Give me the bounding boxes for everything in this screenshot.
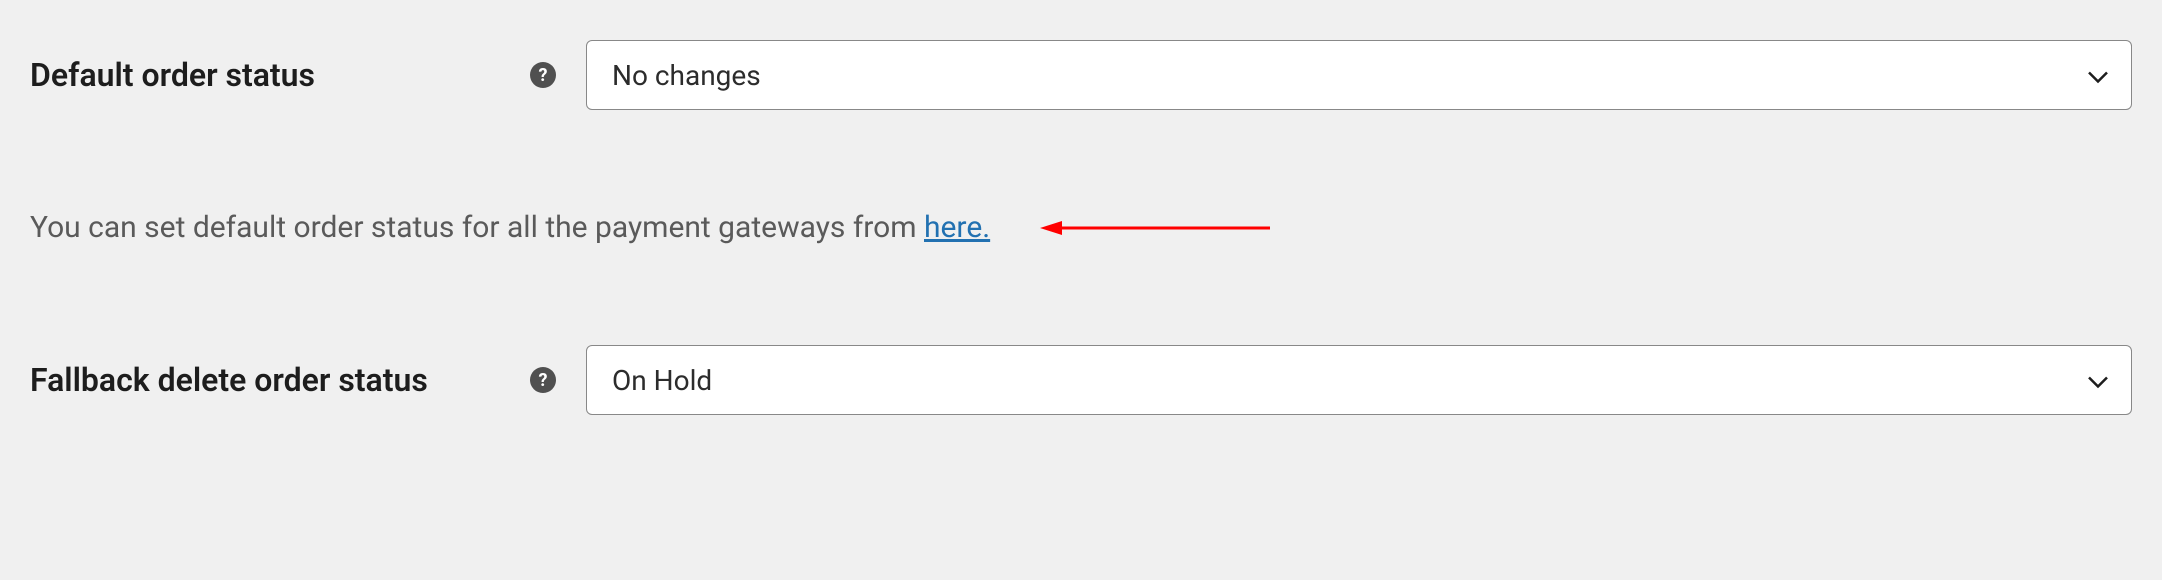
default-order-status-label: Default order status	[30, 56, 530, 94]
fallback-delete-order-status-value: On Hold	[612, 364, 712, 397]
chevron-down-icon	[2087, 59, 2109, 92]
info-text: You can set default order status for all…	[30, 210, 990, 245]
fallback-delete-order-status-row: Fallback delete order status ? On Hold	[30, 345, 2132, 415]
fallback-delete-order-status-label: Fallback delete order status	[30, 361, 530, 399]
fallback-delete-order-status-select[interactable]: On Hold	[586, 345, 2132, 415]
default-order-status-select[interactable]: No changes	[586, 40, 2132, 110]
info-link[interactable]: here.	[924, 210, 990, 245]
info-text-before: You can set default order status for all…	[30, 210, 924, 245]
default-order-status-value: No changes	[612, 59, 761, 92]
default-order-status-row: Default order status ? No changes	[30, 40, 2132, 110]
help-icon[interactable]: ?	[530, 367, 556, 393]
arrow-annotation-icon	[1040, 213, 1270, 243]
help-icon[interactable]: ?	[530, 62, 556, 88]
chevron-down-icon	[2087, 364, 2109, 397]
info-row: You can set default order status for all…	[30, 210, 2132, 245]
